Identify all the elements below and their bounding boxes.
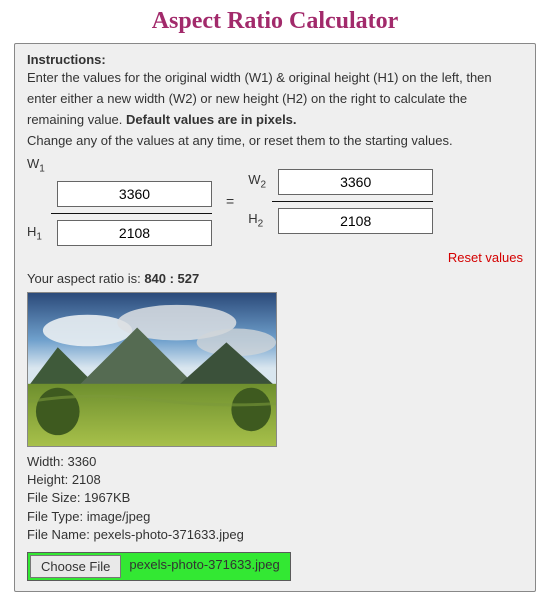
w1-input[interactable] — [57, 181, 212, 207]
equals-sign: = — [224, 193, 236, 209]
w2-label: W2 — [248, 172, 272, 191]
w1-label: W1 — [27, 156, 51, 175]
w2-input[interactable] — [278, 169, 433, 195]
image-metadata: Width: 3360 Height: 2108 File Size: 1967… — [27, 453, 523, 544]
original-fraction: W1 H1 — [27, 156, 212, 246]
instructions-heading: Instructions: — [27, 52, 523, 67]
selected-file-name: pexels-photo-371633.jpeg — [121, 553, 289, 580]
calculator-grid: W1 H1 = W2 H2 — [27, 156, 523, 246]
h2-input[interactable] — [278, 208, 433, 234]
choose-file-button[interactable]: Choose File — [30, 555, 121, 578]
calculator-panel: Instructions: Enter the values for the o… — [14, 43, 536, 592]
image-preview — [27, 292, 277, 447]
aspect-ratio-display: Your aspect ratio is: 840 : 527 — [27, 271, 523, 286]
h2-label: H2 — [248, 211, 272, 230]
reset-link[interactable]: Reset values — [27, 250, 523, 265]
file-input-row[interactable]: Choose File pexels-photo-371633.jpeg — [27, 552, 291, 581]
h1-input[interactable] — [57, 220, 212, 246]
h1-label: H1 — [27, 224, 51, 243]
new-fraction: W2 H2 — [248, 169, 433, 234]
instructions: Instructions: Enter the values for the o… — [27, 52, 523, 150]
page-title: Aspect Ratio Calculator — [14, 8, 536, 35]
